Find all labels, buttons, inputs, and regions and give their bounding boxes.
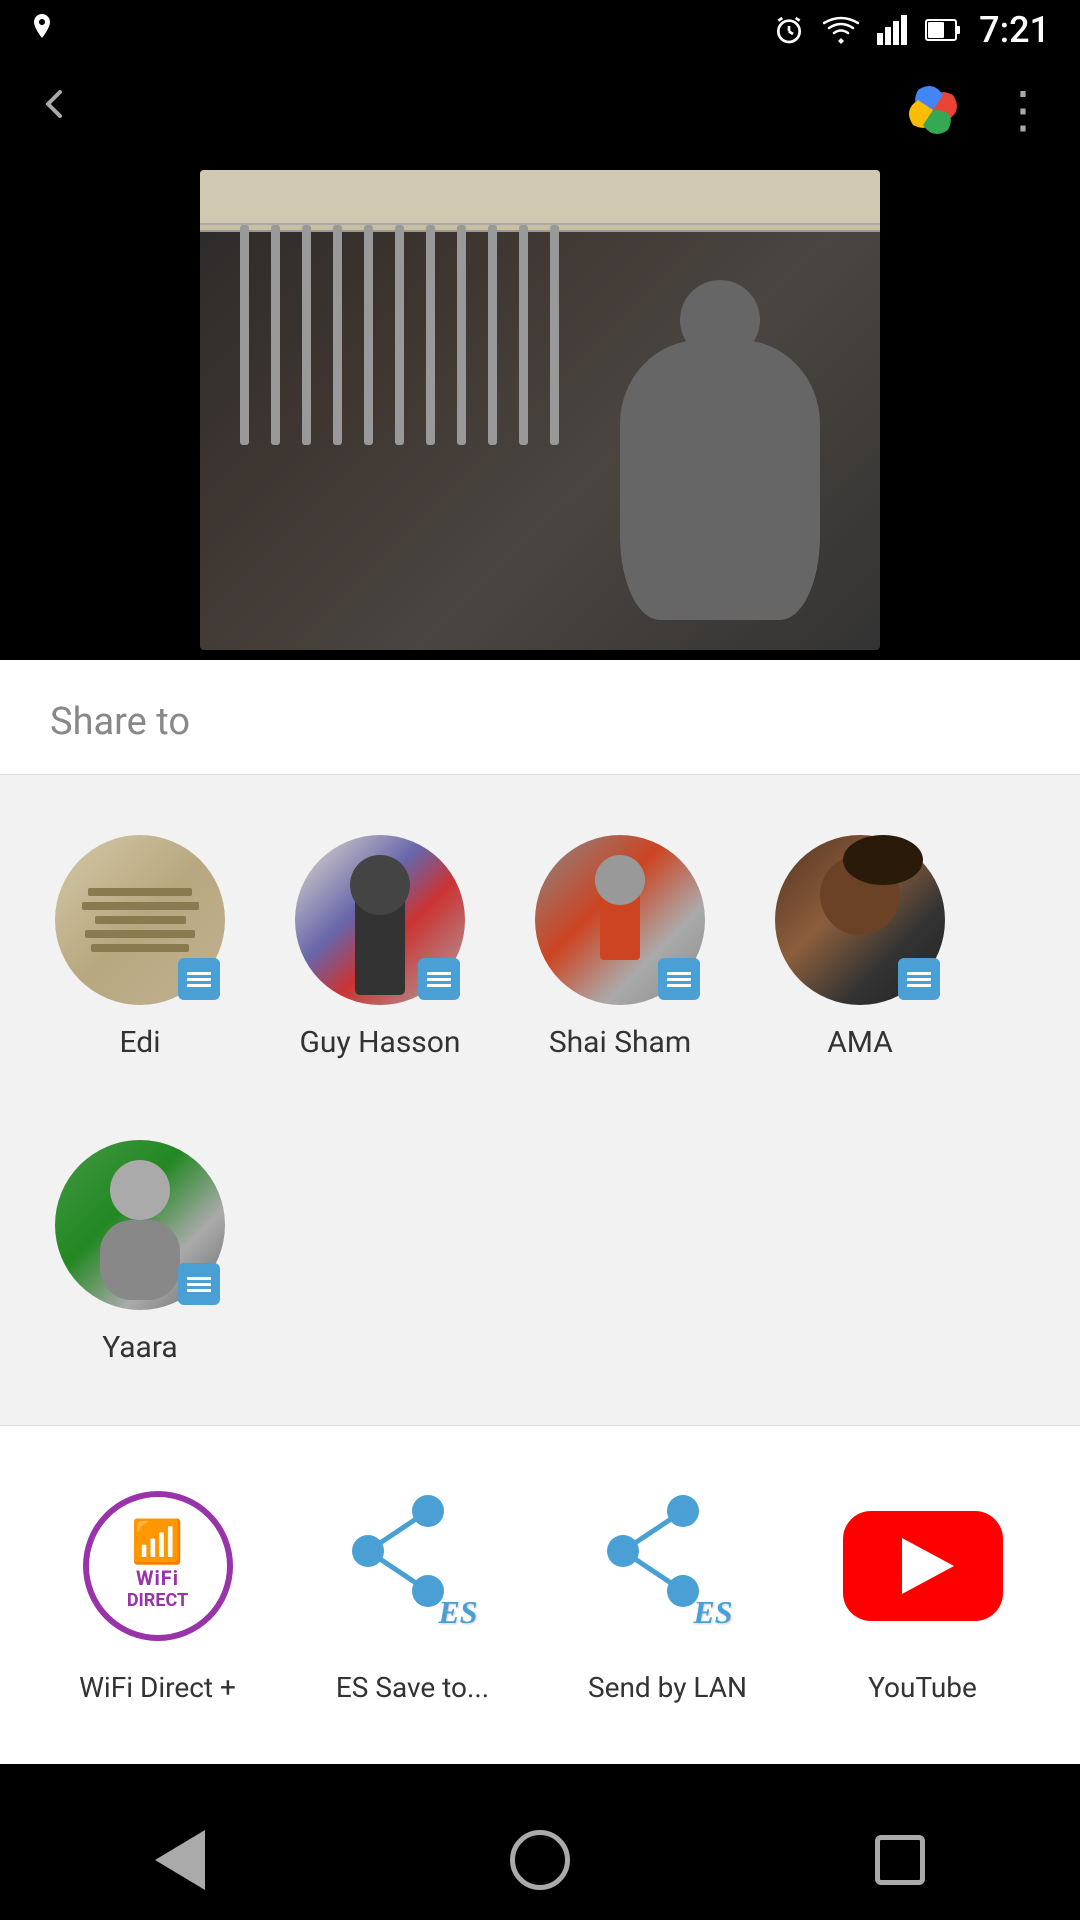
wifi-direct-icon-wrapper: 📶 WiFi DIRECT <box>78 1486 238 1646</box>
contact-name-shai: Shai Sham <box>549 1025 691 1060</box>
contact-avatar-wrapper-yaara <box>55 1140 225 1310</box>
youtube-icon-wrapper <box>843 1486 1003 1646</box>
location-icon <box>30 14 54 46</box>
google-photos-icon <box>898 75 968 145</box>
es-save-icon-wrapper: ES <box>333 1486 493 1646</box>
app-es-save[interactable]: ES ES Save to... <box>285 1466 540 1724</box>
top-bar: ⋮ <box>0 60 1080 160</box>
status-bar-left <box>30 14 54 46</box>
app-wifi-direct[interactable]: 📶 WiFi DIRECT WiFi Direct + <box>30 1466 285 1724</box>
share-panel: Share to <box>0 660 1080 1764</box>
contact-name-yaara: Yaara <box>102 1330 177 1365</box>
wifi-text: WiFi <box>136 1566 179 1590</box>
app-name-send-lan: Send by LAN <box>588 1671 747 1704</box>
signal-icon <box>877 15 907 45</box>
youtube-play-icon <box>902 1538 954 1594</box>
youtube-icon <box>843 1511 1003 1621</box>
app-name-youtube: YouTube <box>868 1671 977 1704</box>
status-bar-right: 7:21 <box>773 9 1050 51</box>
message-badge-edi <box>178 958 220 1000</box>
contact-name-guy: Guy Hasson <box>300 1025 461 1060</box>
app-name-es-save: ES Save to... <box>336 1671 489 1704</box>
contact-avatar-wrapper-ama <box>775 835 945 1005</box>
recents-nav-button[interactable] <box>860 1820 940 1900</box>
send-lan-icon: ES <box>593 1491 743 1641</box>
video-preview <box>0 160 1080 660</box>
contact-name-ama: AMA <box>827 1025 893 1060</box>
back-button[interactable] <box>30 80 78 140</box>
app-name-wifi: WiFi Direct + <box>79 1671 236 1704</box>
message-badge-ama <box>898 958 940 1000</box>
recents-nav-icon <box>875 1835 925 1885</box>
back-nav-icon <box>155 1830 205 1890</box>
contacts-section: Edi Guy Hasson <box>0 775 1080 1425</box>
contact-ama[interactable]: AMA <box>750 815 970 1080</box>
top-bar-right: ⋮ <box>898 75 1050 145</box>
contact-guy[interactable]: Guy Hasson <box>270 815 490 1080</box>
share-title: Share to <box>50 700 190 744</box>
time-display: 7:21 <box>979 9 1050 51</box>
contact-avatar-wrapper-edi <box>55 835 225 1005</box>
contact-shai[interactable]: Shai Sham <box>510 815 730 1080</box>
es-save-icon: ES <box>338 1491 488 1641</box>
navigation-bar <box>0 1800 1080 1920</box>
share-header: Share to <box>0 660 1080 775</box>
home-nav-icon <box>510 1830 570 1890</box>
app-send-lan[interactable]: ES Send by LAN <box>540 1466 795 1724</box>
share-svg-es-save <box>338 1491 458 1611</box>
app-youtube[interactable]: YouTube <box>795 1466 1050 1724</box>
apps-section: 📶 WiFi DIRECT WiFi Direct + <box>0 1425 1080 1764</box>
alarm-icon <box>773 14 805 46</box>
wifi-icon <box>823 16 859 44</box>
share-svg-send-lan <box>593 1491 713 1611</box>
contact-avatar-wrapper-shai <box>535 835 705 1005</box>
wifi-sub: DIRECT <box>127 1590 188 1611</box>
battery-icon <box>925 17 961 43</box>
message-badge-yaara <box>178 1263 220 1305</box>
contact-avatar-wrapper-guy <box>295 835 465 1005</box>
message-badge-guy <box>418 958 460 1000</box>
es-logo-lan: ES <box>693 1594 732 1631</box>
wifi-direct-icon: 📶 WiFi DIRECT <box>83 1491 233 1641</box>
contact-edi[interactable]: Edi <box>30 815 250 1080</box>
back-nav-button[interactable] <box>140 1820 220 1900</box>
status-bar: 7:21 <box>0 0 1080 60</box>
menu-button[interactable]: ⋮ <box>998 81 1050 140</box>
contact-name-edi: Edi <box>120 1025 161 1060</box>
home-nav-button[interactable] <box>500 1820 580 1900</box>
message-badge-shai <box>658 958 700 1000</box>
wifi-symbol: 📶 <box>131 1522 183 1564</box>
video-thumbnail <box>200 170 880 650</box>
es-logo: ES <box>438 1594 477 1631</box>
contact-yaara[interactable]: Yaara <box>30 1120 250 1385</box>
send-lan-icon-wrapper: ES <box>588 1486 748 1646</box>
